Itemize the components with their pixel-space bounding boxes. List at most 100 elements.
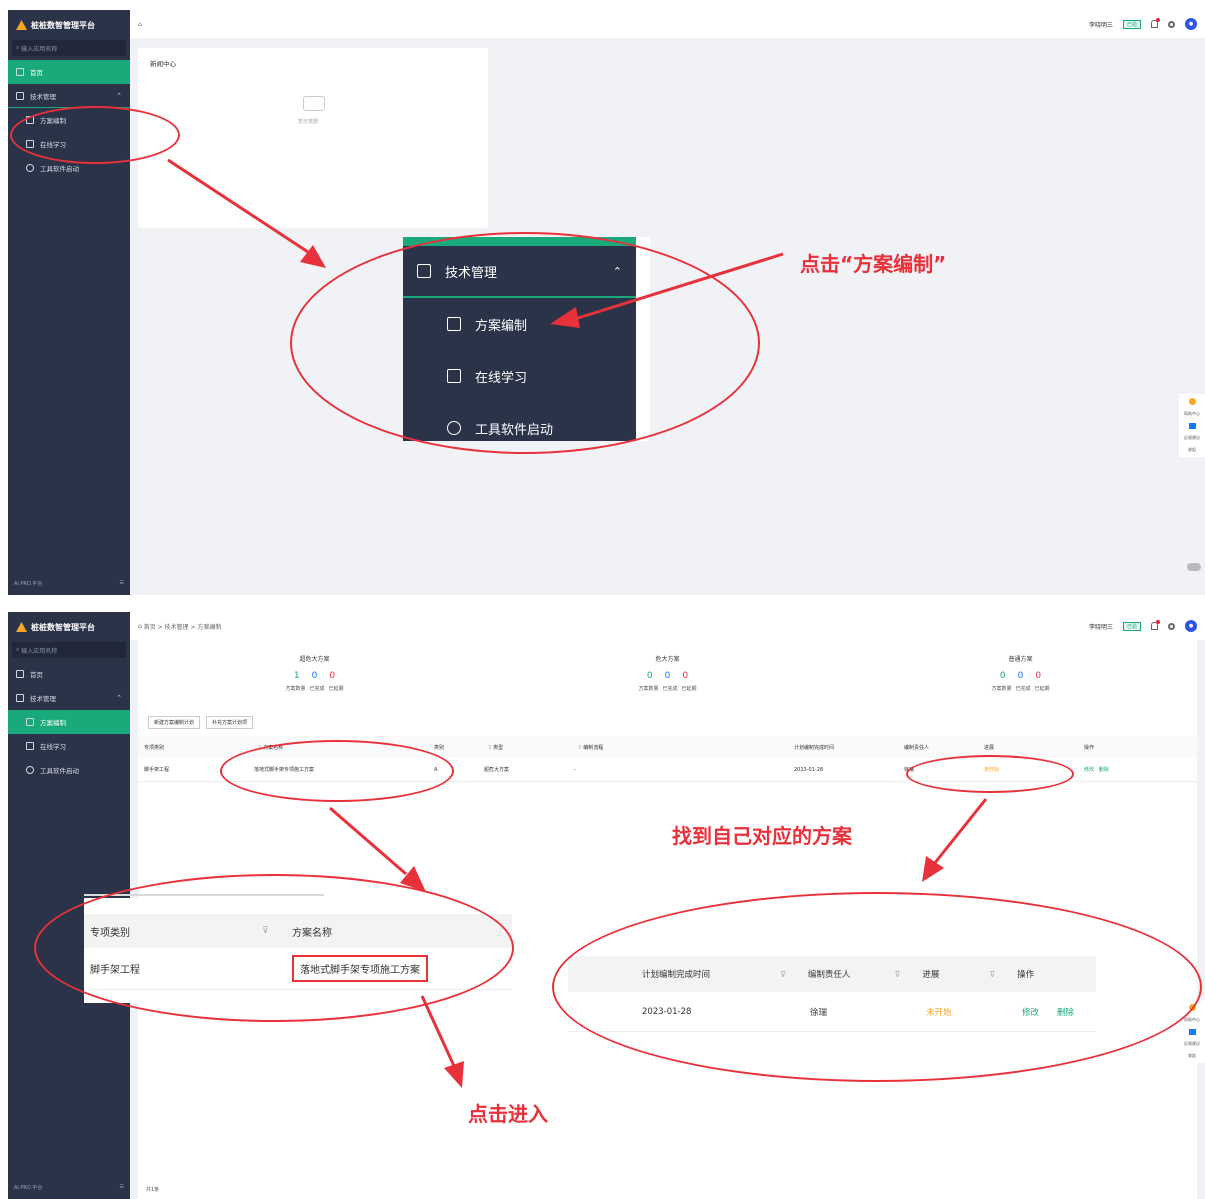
- breadcrumb[interactable]: 首页 > 技术管理 > 方案编制: [144, 622, 222, 631]
- stat-done[interactable]: 0: [312, 671, 318, 681]
- stat-count[interactable]: 1: [294, 671, 300, 681]
- feedback-label: 反馈建议: [1184, 1041, 1200, 1046]
- zoom-ellipse-left: [34, 874, 514, 1022]
- avatar[interactable]: ●: [1185, 18, 1197, 30]
- help-label: 帮助中心: [1184, 411, 1200, 416]
- menu-search-input[interactable]: ⌕ 输入应用名称: [12, 642, 126, 658]
- zoom-ellipse: [290, 232, 760, 454]
- avatar[interactable]: ●: [1185, 620, 1197, 632]
- stat-done[interactable]: 0: [665, 671, 671, 681]
- chevron-up-icon: ⌃: [116, 91, 122, 100]
- stat-count[interactable]: 0: [1000, 671, 1006, 681]
- stat-label: 已延期: [328, 686, 344, 692]
- save-icon: [16, 91, 24, 100]
- empty-box-icon: [303, 96, 325, 111]
- stat-count[interactable]: 0: [647, 671, 653, 681]
- sidebar-group-tech[interactable]: 技术管理 ⌃: [8, 84, 130, 108]
- filter-icon[interactable]: ⊽: [488, 745, 492, 751]
- gear-icon[interactable]: [1168, 622, 1175, 630]
- new-plan-button[interactable]: 新建方案编制计划: [148, 715, 201, 729]
- footer-label: Ai PRO.平台: [14, 1185, 43, 1191]
- stat-danger: 危大方案 0 0 0 方案数量 已完成 已延期: [491, 640, 844, 712]
- stat-delayed[interactable]: 0: [329, 671, 335, 681]
- app-logo[interactable]: 桩桩数智管理平台: [8, 10, 130, 40]
- screenshot-panel-1: 桩桩数智管理平台 ⌕ 输入应用名称 首页 技术管理 ⌃ 方案编制 在线学习 工具软…: [8, 10, 1205, 595]
- delete-link[interactable]: 删除: [1099, 767, 1109, 773]
- home-icon: [16, 670, 24, 678]
- user-name[interactable]: 李晓明三: [1089, 20, 1113, 29]
- sidebar-item-label: 首页: [30, 69, 43, 77]
- stat-label: 方案数量: [638, 686, 659, 692]
- col-type: 类型: [493, 744, 504, 751]
- add-plan-item-button[interactable]: 补充方案计划项: [206, 715, 254, 729]
- callout-find-plan: 找到自己对应的方案: [672, 824, 852, 848]
- sidebar-item-home[interactable]: 首页: [8, 662, 130, 686]
- home-icon[interactable]: ⌂: [138, 21, 142, 28]
- collapse-icon[interactable]: ☰: [120, 580, 124, 587]
- col-category: 专项类别: [144, 744, 165, 751]
- logo-icon: [16, 622, 27, 632]
- stat-label: 方案数量: [991, 686, 1012, 692]
- app-title: 桩桩数智管理平台: [31, 622, 95, 632]
- chevron-up-icon: ⌃: [116, 694, 122, 702]
- app-title: 桩桩数智管理平台: [31, 20, 95, 30]
- edit-link[interactable]: 修改: [1084, 767, 1094, 773]
- bell-icon[interactable]: [1151, 18, 1160, 28]
- stat-label: 已完成: [309, 686, 325, 692]
- sidebar-footer: Ai PRO.平台 ☰: [14, 580, 124, 587]
- sidebar: 桩桩数智管理平台 ⌕ 输入应用名称 首页 技术管理 ⌃ 方案编制 在线学习 工具软…: [8, 10, 130, 595]
- empty-text: 暂无数据: [298, 119, 319, 125]
- user-name[interactable]: 李晓明三: [1089, 622, 1113, 631]
- stat-normal: 普通方案 0 0 0 方案数量 已完成 已延期: [844, 640, 1197, 712]
- stat-done[interactable]: 0: [1018, 671, 1024, 681]
- message-icon[interactable]: [1188, 423, 1196, 429]
- topbar-right: 李晓明三 已验 ●: [1089, 18, 1205, 30]
- collapse-label[interactable]: 收起: [1188, 447, 1196, 453]
- pagination-total: 共1条: [146, 1187, 160, 1193]
- notification-dot: [1156, 620, 1160, 624]
- sidebar-item-plan[interactable]: 方案编制: [8, 710, 130, 734]
- feedback-label: 反馈建议: [1184, 435, 1200, 440]
- highlight-ellipse-name: [220, 740, 454, 802]
- sidebar-item-label: 技术管理: [30, 695, 56, 703]
- gear-icon[interactable]: [1168, 20, 1175, 28]
- col-class: 类别: [434, 744, 445, 751]
- stat-super-danger: 超危大方案 1 0 0 方案数量 已完成 已延期: [138, 640, 491, 712]
- collapse-label[interactable]: 收起: [1188, 1053, 1196, 1059]
- filter-icon[interactable]: ⊽: [578, 745, 582, 751]
- user-tag: 已验: [1122, 621, 1141, 631]
- search-placeholder: 输入应用名称: [21, 45, 58, 53]
- logo-icon: [16, 20, 27, 30]
- cell-type: 超危大方案: [484, 767, 510, 773]
- sidebar-item-label: 方案编制: [40, 719, 66, 727]
- zoom-ellipse-right: [552, 892, 1202, 1082]
- col-owner: 编制责任人: [904, 744, 930, 751]
- stat-label: 已完成: [1015, 686, 1031, 692]
- sidebar-item-label: 首页: [30, 671, 43, 679]
- bell-icon[interactable]: [1151, 620, 1160, 630]
- stat-delayed[interactable]: 0: [1035, 671, 1041, 681]
- stat-title: 普通方案: [1008, 656, 1033, 663]
- sidebar-item-tools[interactable]: 工具软件启动: [8, 758, 130, 782]
- sidebar-group-tech[interactable]: 技术管理 ⌃: [8, 686, 130, 710]
- sidebar-footer: Ai PRO.平台 ☰: [14, 1184, 124, 1191]
- help-icon[interactable]: [1188, 398, 1196, 405]
- action-buttons: 新建方案编制计划 补充方案计划项: [138, 712, 1197, 732]
- play-icon: [26, 766, 34, 774]
- cell-date: 2023-01-28: [794, 766, 824, 773]
- sidebar-item-home[interactable]: 首页: [8, 60, 130, 84]
- sidebar-item-learning[interactable]: 在线学习: [8, 734, 130, 758]
- col-progress: 进展: [984, 744, 995, 751]
- collapse-icon[interactable]: ☰: [120, 1184, 124, 1191]
- stat-title: 超危大方案: [299, 656, 330, 663]
- message-icon[interactable]: [1188, 1029, 1196, 1035]
- toggle-switch[interactable]: [1187, 563, 1201, 571]
- stat-delayed[interactable]: 0: [682, 671, 688, 681]
- app-logo[interactable]: 桩桩数智管理平台: [8, 612, 130, 642]
- stats-row: 超危大方案 100 方案数量 已完成 已延期 危大方案 000 方案数量 已完成 已延期…: [138, 640, 1197, 712]
- menu-search-input[interactable]: ⌕ 输入应用名称: [12, 40, 126, 56]
- sidebar-item-label: 工具软件启动: [40, 165, 79, 173]
- notification-dot: [1156, 18, 1160, 22]
- document-icon: [26, 718, 34, 726]
- save-icon: [16, 694, 24, 702]
